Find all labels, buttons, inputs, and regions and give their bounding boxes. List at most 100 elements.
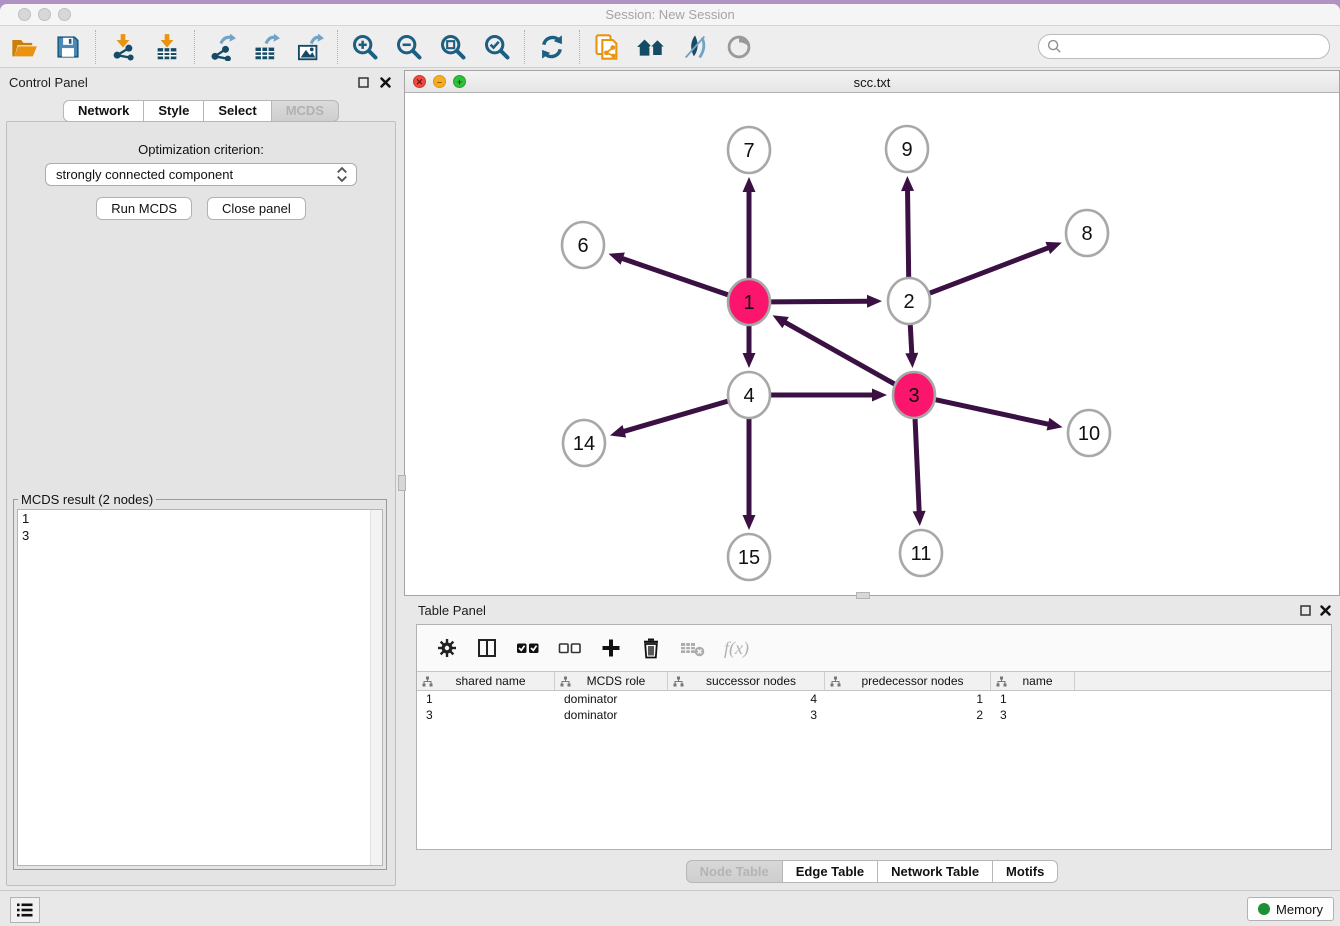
refresh-button[interactable] xyxy=(536,31,568,63)
column-header-predecessor-nodes[interactable]: predecessor nodes xyxy=(825,672,991,690)
edge-3-11[interactable] xyxy=(915,417,919,513)
arrowhead-1-7 xyxy=(743,177,756,192)
export-image-icon xyxy=(296,33,324,61)
float-icon xyxy=(1300,605,1311,616)
control-panel-title: Control Panel xyxy=(9,75,88,90)
float-table-panel-button[interactable] xyxy=(1298,603,1312,617)
save-session-button[interactable] xyxy=(52,31,84,63)
tab-mcds[interactable]: MCDS xyxy=(272,100,339,122)
export-network-button[interactable] xyxy=(206,31,238,63)
table-settings-button[interactable] xyxy=(436,637,458,659)
close-panel-button[interactable] xyxy=(378,75,392,89)
column-header-MCDS-role[interactable]: MCDS role xyxy=(555,672,668,690)
column-header-name[interactable]: name xyxy=(991,672,1075,690)
column-header-successor-nodes[interactable]: successor nodes xyxy=(668,672,825,690)
edge-4-14[interactable] xyxy=(622,401,727,432)
table-cell[interactable]: 1 xyxy=(991,691,1075,707)
zoom-selected-button[interactable] xyxy=(481,31,513,63)
tab-network-table[interactable]: Network Table xyxy=(878,860,993,883)
edge-2-3[interactable] xyxy=(910,323,912,355)
create-column-button[interactable] xyxy=(600,637,622,659)
export-table-icon xyxy=(252,33,280,61)
clone-network-button[interactable] xyxy=(591,31,623,63)
apply-function-button[interactable]: f(x) xyxy=(724,638,749,659)
open-session-button[interactable] xyxy=(8,31,40,63)
home-button[interactable] xyxy=(635,31,667,63)
table-cell[interactable]: 3 xyxy=(991,707,1075,723)
delete-table-button[interactable] xyxy=(680,637,706,659)
export-image-button[interactable] xyxy=(294,31,326,63)
close-icon xyxy=(380,77,391,88)
result-scrollbar[interactable] xyxy=(370,510,382,865)
status-bar: Memory xyxy=(0,890,1340,926)
zoom-out-icon xyxy=(395,33,423,61)
close-table-panel-button[interactable] xyxy=(1318,603,1332,617)
mcds-result-text[interactable]: 13 xyxy=(17,509,383,866)
zoom-fit-button[interactable] xyxy=(437,31,469,63)
table-cell[interactable]: 1 xyxy=(825,691,991,707)
memory-status-icon xyxy=(1258,903,1270,915)
float-panel-button[interactable] xyxy=(356,75,370,89)
table-cell[interactable]: dominator xyxy=(555,691,668,707)
import-network-button[interactable] xyxy=(107,31,139,63)
arrowhead-1-6 xyxy=(609,252,625,264)
window-titlebar: Session: New Session xyxy=(0,4,1340,26)
paint-button[interactable] xyxy=(679,31,711,63)
table-cell[interactable]: 3 xyxy=(417,707,555,723)
eye-icon xyxy=(725,33,753,61)
criterion-select[interactable]: strongly connected component xyxy=(45,163,357,186)
edge-2-9[interactable] xyxy=(908,189,909,279)
column-label: shared name xyxy=(433,674,554,688)
table-cell[interactable]: 4 xyxy=(668,691,825,707)
node-label-1: 1 xyxy=(743,292,754,314)
tab-style[interactable]: Style xyxy=(144,100,204,122)
table-cell[interactable]: 2 xyxy=(825,707,991,723)
tab-edge-table[interactable]: Edge Table xyxy=(783,860,878,883)
delete-table-icon xyxy=(680,637,706,659)
edge-1-2[interactable] xyxy=(771,301,869,302)
edge-3-10[interactable] xyxy=(935,400,1049,425)
arrowhead-2-8 xyxy=(1045,242,1061,254)
edge-3-1[interactable] xyxy=(784,322,895,385)
export-table-button[interactable] xyxy=(250,31,282,63)
column-label: successor nodes xyxy=(684,674,824,688)
network-titlebar: ✕ – + scc.txt xyxy=(405,71,1339,93)
close-icon xyxy=(1320,605,1331,616)
table-row[interactable]: 3dominator323 xyxy=(417,707,1331,723)
task-history-button[interactable] xyxy=(10,897,40,923)
delete-column-button[interactable] xyxy=(640,637,662,659)
tab-node-table[interactable]: Node Table xyxy=(686,860,783,883)
edge-1-6[interactable] xyxy=(621,258,728,295)
arrowhead-3-10 xyxy=(1047,418,1063,431)
tab-select[interactable]: Select xyxy=(204,100,271,122)
edge-2-8[interactable] xyxy=(930,247,1050,293)
memory-button[interactable]: Memory xyxy=(1247,897,1334,921)
tab-motifs[interactable]: Motifs xyxy=(993,860,1058,883)
import-table-button[interactable] xyxy=(151,31,183,63)
eye-button[interactable] xyxy=(723,31,755,63)
show-column-panel-button[interactable] xyxy=(476,637,498,659)
zoom-in-button[interactable] xyxy=(349,31,381,63)
mcds-result-box: MCDS result (2 nodes) 13 xyxy=(13,492,387,870)
tab-network[interactable]: Network xyxy=(63,100,144,122)
run-mcds-button[interactable]: Run MCDS xyxy=(96,197,192,220)
vertical-split-handle[interactable] xyxy=(398,475,406,491)
network-canvas[interactable]: 7968124314101511 xyxy=(405,93,1339,595)
network-graph[interactable]: 7968124314101511 xyxy=(405,93,1339,595)
toolbar-separator xyxy=(95,30,96,64)
table-cell[interactable]: 3 xyxy=(668,707,825,723)
table-row[interactable]: 1dominator411 xyxy=(417,691,1331,707)
column-header-shared-name[interactable]: shared name xyxy=(417,672,555,690)
unselect-all-columns-button[interactable] xyxy=(558,637,582,659)
close-panel-button-inline[interactable]: Close panel xyxy=(207,197,306,220)
search-input[interactable] xyxy=(1066,37,1329,57)
arrowhead-2-3 xyxy=(905,353,918,368)
table-panel-header: Table Panel xyxy=(404,598,1340,622)
table-cell[interactable]: dominator xyxy=(555,707,668,723)
zoom-out-button[interactable] xyxy=(393,31,425,63)
node-label-11: 11 xyxy=(911,543,932,565)
select-all-columns-button[interactable] xyxy=(516,637,540,659)
table-cell[interactable]: 1 xyxy=(417,691,555,707)
node-label-9: 9 xyxy=(901,139,912,161)
table-toolbar: f(x) xyxy=(417,625,1331,671)
